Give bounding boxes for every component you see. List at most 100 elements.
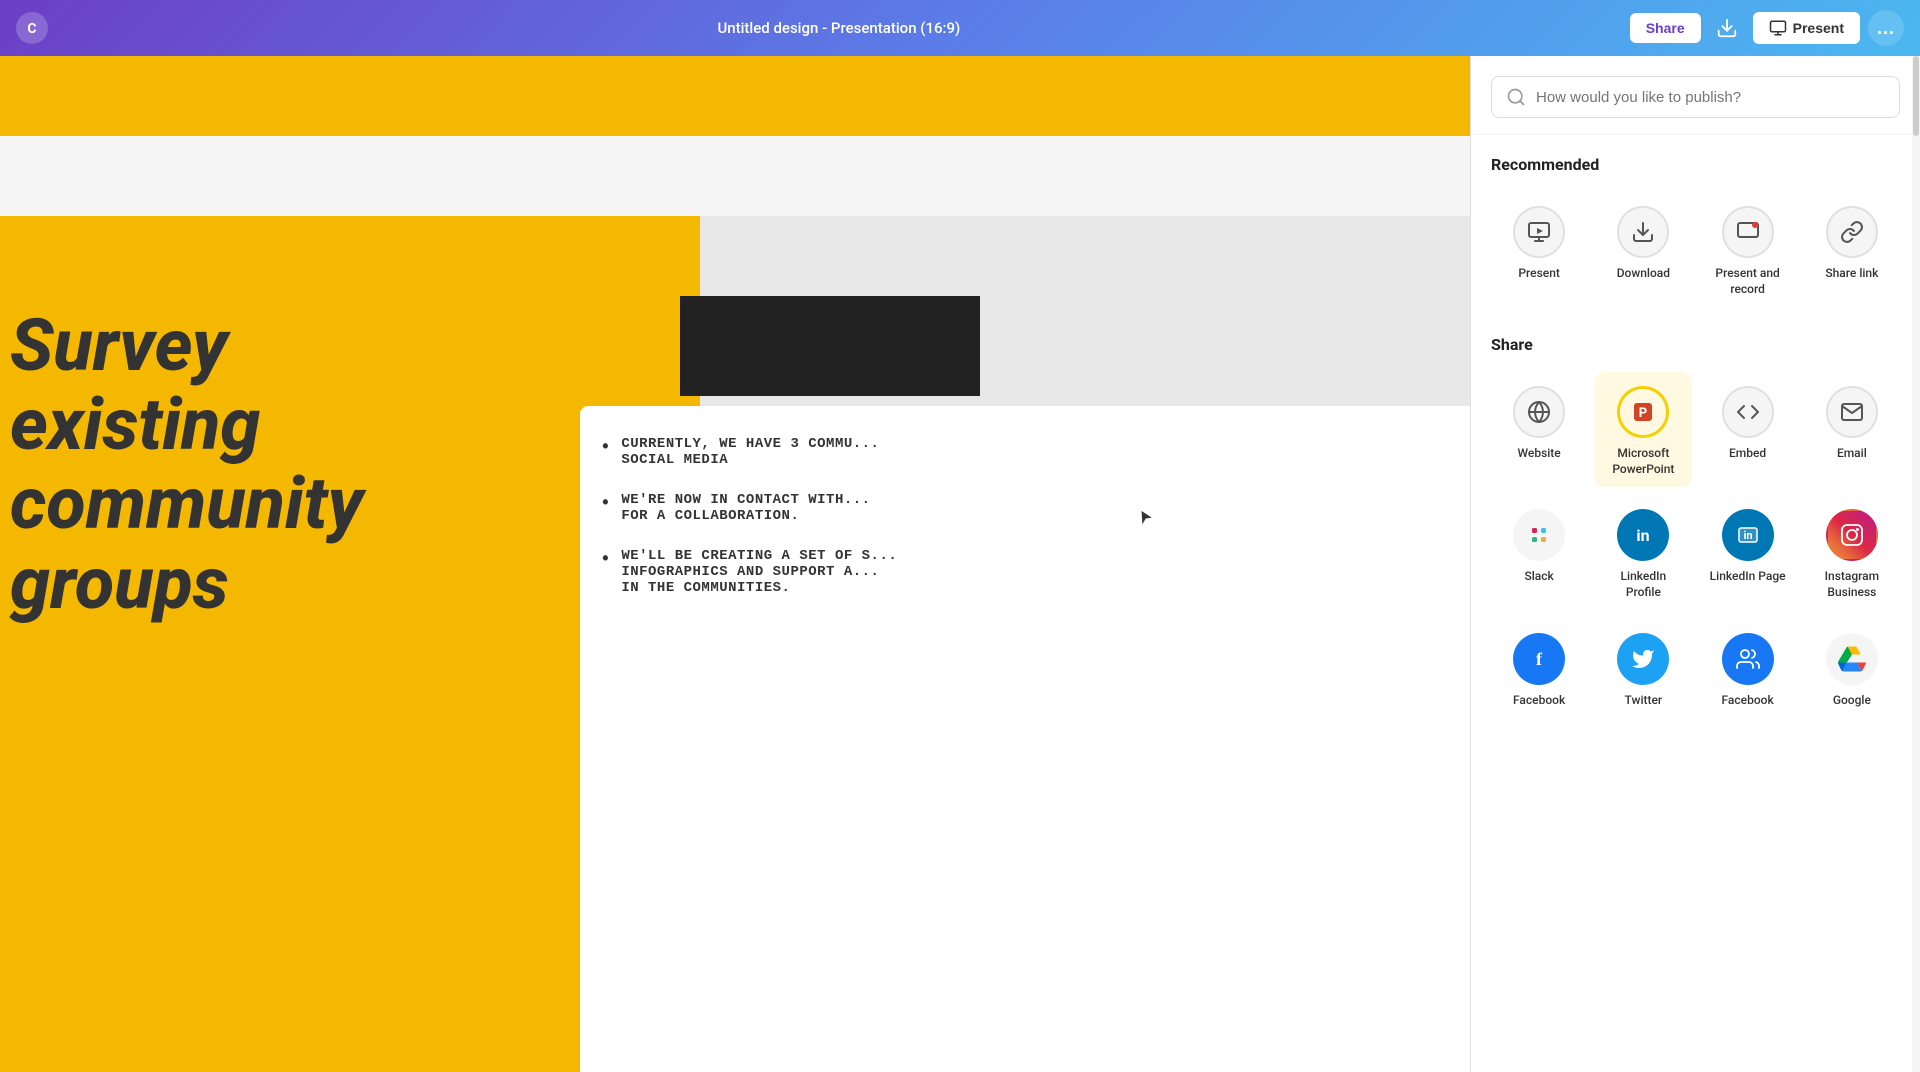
download-header-button[interactable] bbox=[1709, 10, 1745, 46]
instagram-icon bbox=[1840, 523, 1864, 547]
email-label: Email bbox=[1837, 446, 1867, 462]
facebook-icon: f bbox=[1527, 647, 1551, 671]
present-icon bbox=[1769, 19, 1787, 37]
option-share-link[interactable]: Share link bbox=[1804, 192, 1900, 307]
facebook-group-icon bbox=[1736, 647, 1760, 671]
bullet-item-2: • WE'RE NOW IN CONTACT WITH...FOR A COLL… bbox=[600, 492, 1450, 524]
option-email[interactable]: Email bbox=[1804, 372, 1900, 487]
bullet-dot: • bbox=[600, 438, 611, 458]
share-button[interactable]: Share bbox=[1630, 13, 1701, 43]
svg-text:in: in bbox=[1637, 526, 1650, 545]
slide: Survey existing community groups • CURRE… bbox=[0, 56, 1470, 1072]
option-present[interactable]: Present bbox=[1491, 192, 1587, 307]
present-record-icon bbox=[1736, 220, 1760, 244]
header-left: C bbox=[16, 12, 48, 44]
recommended-section-label: Recommended bbox=[1491, 155, 1900, 174]
option-download[interactable]: Download bbox=[1595, 192, 1691, 307]
embed-icon bbox=[1736, 400, 1760, 424]
slack-icon-circle bbox=[1513, 509, 1565, 561]
share-section-label: Share bbox=[1491, 335, 1900, 354]
facebook-group-icon-circle bbox=[1722, 633, 1774, 685]
more-options-button[interactable]: ... bbox=[1868, 10, 1904, 46]
option-website[interactable]: Website bbox=[1491, 372, 1587, 487]
facebook-label: Facebook bbox=[1513, 693, 1565, 709]
powerpoint-icon: P bbox=[1631, 400, 1655, 424]
option-microsoft-powerpoint[interactable]: P Microsoft PowerPoint bbox=[1595, 372, 1691, 487]
linkedin-page-icon-circle: in bbox=[1722, 509, 1774, 561]
google-drive-icon-circle bbox=[1826, 633, 1878, 685]
svg-text:C: C bbox=[27, 21, 36, 37]
svg-text:P: P bbox=[1639, 406, 1647, 421]
white-card: • CURRENTLY, WE HAVE 3 COMMU...SOCIAL ME… bbox=[580, 406, 1470, 1072]
recommended-grid: Present Download bbox=[1491, 192, 1900, 307]
search-input[interactable] bbox=[1536, 89, 1885, 106]
email-icon bbox=[1840, 400, 1864, 424]
embed-icon-circle bbox=[1722, 386, 1774, 438]
svg-text:in: in bbox=[1743, 529, 1752, 542]
option-instagram-business[interactable]: Instagram Business bbox=[1804, 495, 1900, 610]
share-link-icon-circle bbox=[1826, 206, 1878, 258]
instagram-label: Instagram Business bbox=[1812, 569, 1892, 600]
scrollbar-track bbox=[1912, 56, 1920, 1072]
download-icon bbox=[1631, 220, 1655, 244]
slack-label: Slack bbox=[1524, 569, 1553, 585]
search-section bbox=[1471, 56, 1920, 135]
twitter-label: Twitter bbox=[1625, 693, 1663, 709]
google-drive-icon bbox=[1838, 645, 1866, 673]
yellow-top-band bbox=[0, 56, 1470, 136]
linkedin-page-icon: in bbox=[1736, 523, 1760, 547]
present-label: Present bbox=[1518, 266, 1560, 282]
linkedin-profile-label: LinkedIn Profile bbox=[1603, 569, 1683, 600]
linkedin-profile-icon-circle: in bbox=[1617, 509, 1669, 561]
powerpoint-icon-circle: P bbox=[1617, 386, 1669, 438]
present-button[interactable]: Present bbox=[1753, 12, 1860, 44]
publish-panel: Recommended Present bbox=[1470, 56, 1920, 1072]
website-icon bbox=[1527, 400, 1551, 424]
website-label: Website bbox=[1518, 446, 1561, 462]
download-label: Download bbox=[1617, 266, 1670, 282]
svg-text:f: f bbox=[1536, 649, 1543, 669]
present-record-icon-circle bbox=[1722, 206, 1774, 258]
option-facebook-group[interactable]: Facebook bbox=[1700, 619, 1796, 719]
facebook-icon-circle: f bbox=[1513, 633, 1565, 685]
canva-logo: C bbox=[16, 12, 48, 44]
header-actions: Share Present ... bbox=[1630, 10, 1904, 46]
canvas-area: Survey existing community groups • CURRE… bbox=[0, 56, 1470, 1072]
powerpoint-label: Microsoft PowerPoint bbox=[1603, 446, 1683, 477]
download-icon bbox=[1716, 17, 1738, 39]
scrollbar-thumb[interactable] bbox=[1913, 56, 1919, 136]
option-embed[interactable]: Embed bbox=[1700, 372, 1796, 487]
option-linkedin-profile[interactable]: in LinkedIn Profile bbox=[1595, 495, 1691, 610]
facebook-group-label: Facebook bbox=[1722, 693, 1774, 709]
website-icon-circle bbox=[1513, 386, 1565, 438]
share-link-label: Share link bbox=[1825, 266, 1878, 282]
bullet-dot: • bbox=[600, 494, 611, 514]
present-icon bbox=[1527, 220, 1551, 244]
bullet-dot: • bbox=[600, 550, 611, 570]
bullet-item-3: • WE'LL BE CREATING A SET OF S...INFOGRA… bbox=[600, 548, 1450, 596]
option-twitter[interactable]: Twitter bbox=[1595, 619, 1691, 719]
search-icon bbox=[1506, 87, 1526, 107]
embed-label: Embed bbox=[1729, 446, 1766, 462]
bullet-item-1: • CURRENTLY, WE HAVE 3 COMMU...SOCIAL ME… bbox=[600, 436, 1450, 468]
linkedin-page-label: LinkedIn Page bbox=[1710, 569, 1786, 585]
google-drive-label: Google bbox=[1833, 693, 1871, 709]
share-grid: Website P Microsoft PowerPoint bbox=[1491, 372, 1900, 718]
present-icon-circle bbox=[1513, 206, 1565, 258]
email-icon-circle bbox=[1826, 386, 1878, 438]
option-facebook[interactable]: f Facebook bbox=[1491, 619, 1587, 719]
document-title: Untitled design - Presentation (16:9) bbox=[717, 19, 960, 37]
dark-rectangle bbox=[680, 296, 980, 396]
option-google-drive[interactable]: Google bbox=[1804, 619, 1900, 719]
option-slack[interactable]: Slack bbox=[1491, 495, 1587, 610]
linkedin-profile-icon: in bbox=[1631, 523, 1655, 547]
share-link-icon bbox=[1840, 220, 1864, 244]
white-band bbox=[0, 136, 1470, 216]
option-present-record[interactable]: Present and record bbox=[1700, 192, 1796, 307]
twitter-icon-circle bbox=[1617, 633, 1669, 685]
search-input-wrap[interactable] bbox=[1491, 76, 1900, 118]
option-linkedin-page[interactable]: in LinkedIn Page bbox=[1700, 495, 1796, 610]
slack-icon bbox=[1527, 523, 1551, 547]
download-icon-circle bbox=[1617, 206, 1669, 258]
instagram-icon-circle bbox=[1826, 509, 1878, 561]
